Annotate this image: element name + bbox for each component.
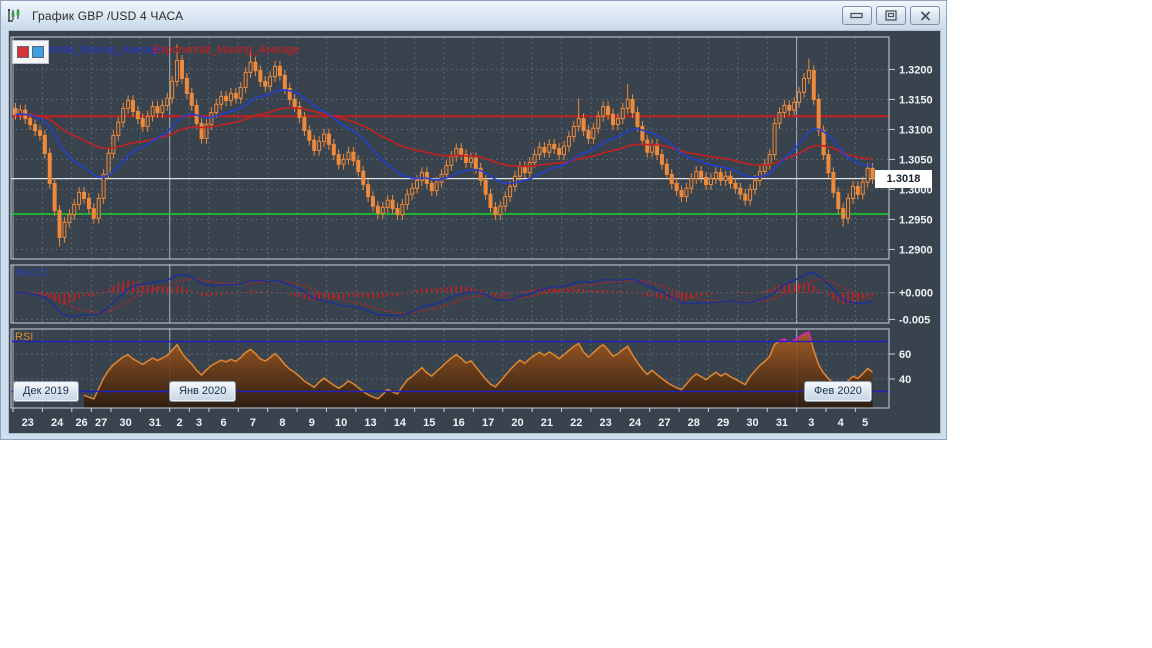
svg-text:40: 40 — [899, 374, 911, 386]
svg-text:16: 16 — [453, 417, 465, 429]
svg-text:+0.000: +0.000 — [899, 288, 933, 300]
blue-swatch-button[interactable] — [32, 46, 44, 58]
svg-text:9: 9 — [309, 417, 315, 429]
ema-legend-blue: ential_Moving_Average — [48, 44, 163, 56]
rsi-indicator-label: RSI — [15, 331, 34, 343]
svg-text:23: 23 — [22, 417, 34, 429]
window-title: График GBP /USD 4 ЧАСА — [32, 8, 184, 23]
svg-text:1.3150: 1.3150 — [899, 94, 933, 106]
window-titlebar[interactable]: График GBP /USD 4 ЧАСА — [1, 1, 946, 30]
svg-text:1.3200: 1.3200 — [899, 64, 933, 76]
current-price-tag: 1.3018 — [875, 170, 932, 188]
restore-icon — [885, 10, 897, 21]
svg-text:5: 5 — [862, 417, 868, 429]
svg-text:1.3050: 1.3050 — [899, 154, 933, 166]
svg-text:30: 30 — [746, 417, 758, 429]
svg-text:4: 4 — [838, 417, 845, 429]
macd-pane — [15, 272, 874, 318]
svg-text:6: 6 — [221, 417, 227, 429]
month-button-feb-2020[interactable]: Фев 2020 — [804, 381, 872, 402]
svg-text:8: 8 — [279, 417, 285, 429]
svg-text:27: 27 — [95, 417, 107, 429]
svg-text:13: 13 — [364, 417, 376, 429]
indicator-toolbox — [12, 40, 49, 64]
price-pane — [11, 44, 889, 247]
candles-layer — [13, 44, 875, 247]
svg-text:10: 10 — [335, 417, 347, 429]
svg-text:24: 24 — [51, 417, 64, 429]
red-swatch-button[interactable] — [17, 46, 29, 58]
ema-legend-red: Exponential_Moving_Average — [153, 44, 299, 56]
svg-text:2: 2 — [176, 417, 182, 429]
chart-client-area: 1.3200 1.3150 1.3100 1.3050 1.3000 1.2950 1.29… — [8, 30, 941, 434]
rsi-pane — [11, 330, 889, 408]
restore-button[interactable] — [876, 6, 906, 25]
svg-text:22: 22 — [570, 417, 582, 429]
svg-text:29: 29 — [717, 417, 729, 429]
minimize-button[interactable] — [842, 6, 872, 25]
svg-text:60: 60 — [899, 349, 911, 361]
chart-icon — [7, 8, 24, 24]
svg-text:27: 27 — [658, 417, 670, 429]
svg-text:31: 31 — [776, 417, 788, 429]
chart-window: График GBP /USD 4 ЧАСА 1.3200 1.3150 1.3… — [0, 0, 947, 440]
grid-layer — [11, 37, 889, 408]
svg-text:20: 20 — [511, 417, 523, 429]
desktop-background: График GBP /USD 4 ЧАСА 1.3200 1.3150 1.3… — [0, 0, 1152, 648]
svg-text:1.2950: 1.2950 — [899, 214, 933, 226]
svg-text:28: 28 — [688, 417, 700, 429]
close-button[interactable] — [910, 6, 940, 25]
svg-text:23: 23 — [600, 417, 612, 429]
chart-canvas[interactable]: 1.32001.31501.31001.30501.30001.29501.29… — [9, 31, 940, 433]
svg-text:3: 3 — [196, 417, 202, 429]
month-button-dec-2019[interactable]: Дек 2019 — [13, 381, 79, 402]
minimize-icon — [850, 11, 864, 20]
svg-text:30: 30 — [120, 417, 132, 429]
svg-text:1.3100: 1.3100 — [899, 124, 933, 136]
svg-text:31: 31 — [149, 417, 161, 429]
svg-text:17: 17 — [482, 417, 494, 429]
close-icon — [920, 10, 931, 21]
month-button-jan-2020[interactable]: Янв 2020 — [169, 381, 237, 402]
svg-text:26: 26 — [75, 417, 87, 429]
svg-text:21: 21 — [541, 417, 553, 429]
svg-text:24: 24 — [629, 417, 642, 429]
macd-indicator-label: MACD — [15, 267, 48, 279]
svg-text:-0.005: -0.005 — [899, 314, 930, 326]
svg-text:3: 3 — [808, 417, 814, 429]
svg-text:1.2900: 1.2900 — [899, 244, 933, 256]
svg-text:15: 15 — [423, 417, 435, 429]
svg-text:7: 7 — [250, 417, 256, 429]
svg-text:14: 14 — [394, 417, 407, 429]
